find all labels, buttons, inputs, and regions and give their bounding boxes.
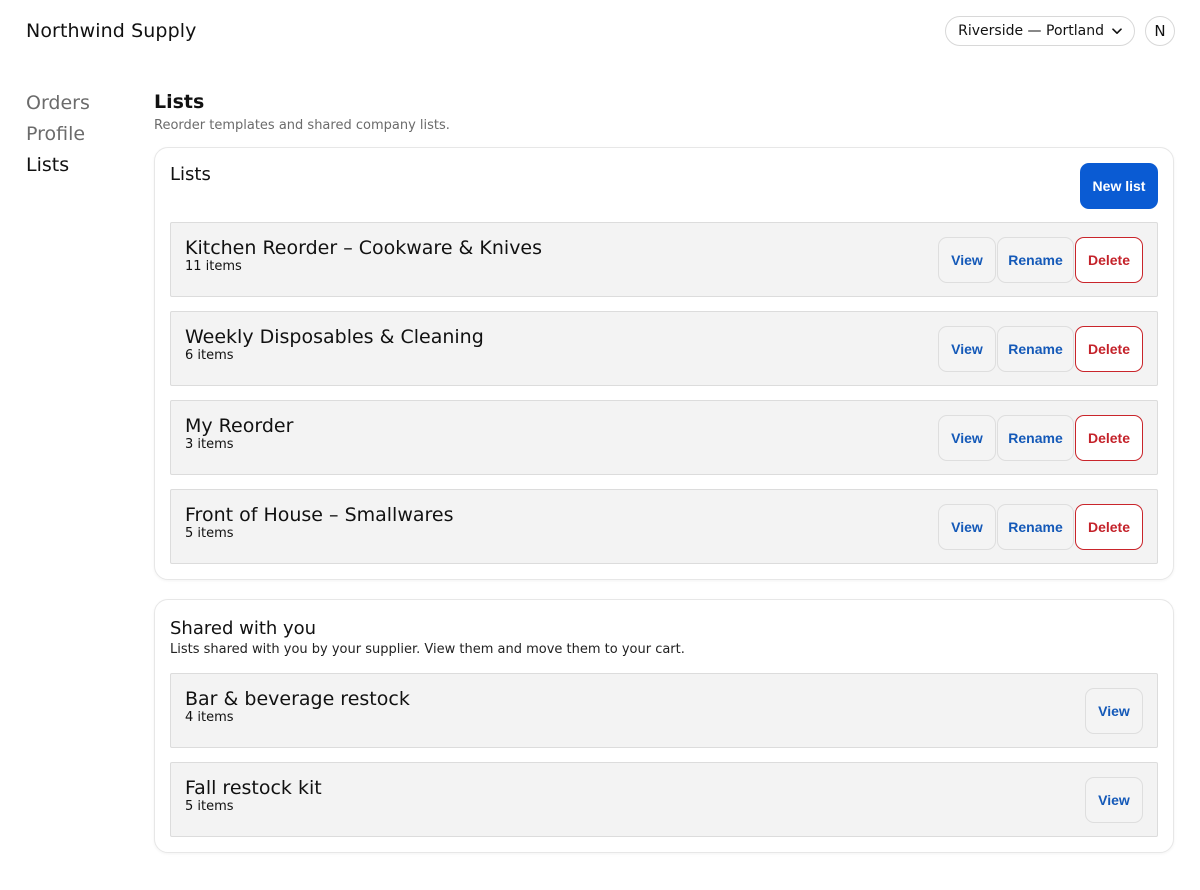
shared-list-item-info: Fall restock kit 5 items: [185, 777, 322, 815]
sidebar-item-lists[interactable]: Lists: [26, 150, 90, 181]
header-controls: Riverside — Portland N: [945, 16, 1175, 46]
lists-card: Lists New list Kitchen Reorder – Cookwar…: [154, 147, 1174, 580]
list-item-actions: View Rename Delete: [938, 325, 1143, 372]
rename-button[interactable]: Rename: [997, 236, 1074, 283]
shared-list-item-count: 4 items: [185, 709, 234, 725]
view-button[interactable]: View: [938, 236, 996, 283]
lists-rows: Kitchen Reorder – Cookware & Knives 11 it…: [170, 222, 1158, 564]
list-item-count: 11 items: [185, 258, 242, 274]
list-item: Front of House – Smallwares 5 items View Re…: [170, 489, 1158, 564]
location-select[interactable]: Riverside — Portland: [945, 16, 1135, 46]
view-button[interactable]: View: [938, 414, 996, 461]
list-item-info: Weekly Disposables & Cleaning 6 items: [185, 326, 484, 364]
view-button[interactable]: View: [938, 503, 996, 550]
shared-list-item-actions: View: [1085, 687, 1143, 734]
shared-rows: Bar & beverage restock 4 items View Fall re…: [170, 673, 1158, 837]
list-item-actions: View Rename Delete: [938, 414, 1143, 461]
page-title: Lists: [154, 91, 205, 113]
shared-list-item-actions: View: [1085, 776, 1143, 823]
list-item: My Reorder 3 items View Rename Delete: [170, 400, 1158, 475]
list-item-info: My Reorder 3 items: [185, 415, 293, 453]
shared-list-item-name: Bar & beverage restock: [185, 687, 410, 710]
delete-button[interactable]: Delete: [1075, 236, 1143, 283]
sidebar-nav: Orders Profile Lists: [26, 88, 90, 181]
new-list-button[interactable]: New list: [1080, 163, 1158, 209]
list-item-actions: View Rename Delete: [938, 236, 1143, 283]
shared-list-item: Bar & beverage restock 4 items View: [170, 673, 1158, 748]
list-item-name: My Reorder: [185, 414, 294, 437]
rename-button[interactable]: Rename: [997, 325, 1074, 372]
main-content: Lists Reorder templates and shared compa…: [154, 90, 1174, 853]
shared-card: Shared with you Lists shared with you by…: [154, 599, 1174, 853]
list-item: Kitchen Reorder – Cookware & Knives 11 it…: [170, 222, 1158, 297]
rename-button[interactable]: Rename: [997, 414, 1074, 461]
list-item-count: 6 items: [185, 347, 234, 363]
list-item-info: Front of House – Smallwares 5 items: [185, 504, 454, 542]
view-button[interactable]: View: [1085, 687, 1143, 734]
avatar[interactable]: N: [1145, 16, 1175, 46]
list-item-info: Kitchen Reorder – Cookware & Knives 11 it…: [185, 237, 542, 275]
lists-card-title: Lists: [170, 164, 211, 185]
list-item-name: Kitchen Reorder – Cookware & Knives: [185, 236, 543, 259]
list-item-name: Weekly Disposables & Cleaning: [185, 325, 484, 348]
list-item-count: 5 items: [185, 525, 234, 541]
delete-button[interactable]: Delete: [1075, 325, 1143, 372]
shared-list-item: Fall restock kit 5 items View: [170, 762, 1158, 837]
brand-title[interactable]: Northwind Supply: [26, 20, 196, 42]
list-item-name: Front of House – Smallwares: [185, 503, 454, 526]
list-item-actions: View Rename Delete: [938, 503, 1143, 550]
delete-button[interactable]: Delete: [1075, 503, 1143, 550]
sidebar-item-profile[interactable]: Profile: [26, 119, 90, 150]
list-item: Weekly Disposables & Cleaning 6 items View…: [170, 311, 1158, 386]
shared-card-title: Shared with you: [170, 618, 317, 639]
shared-card-description: Lists shared with you by your supplier. …: [170, 642, 685, 657]
page-subtitle: Reorder templates and shared company lis…: [154, 118, 450, 133]
shared-list-item-name: Fall restock kit: [185, 776, 322, 799]
location-label: Riverside — Portland: [958, 23, 1104, 39]
shared-list-item-count: 5 items: [185, 798, 234, 814]
rename-button[interactable]: Rename: [997, 503, 1074, 550]
delete-button[interactable]: Delete: [1075, 414, 1143, 461]
list-item-count: 3 items: [185, 436, 234, 452]
sidebar-item-orders[interactable]: Orders: [26, 88, 90, 119]
shared-list-item-info: Bar & beverage restock 4 items: [185, 688, 410, 726]
view-button[interactable]: View: [938, 325, 996, 372]
view-button[interactable]: View: [1085, 776, 1143, 823]
chevron-down-icon: [1112, 27, 1122, 35]
